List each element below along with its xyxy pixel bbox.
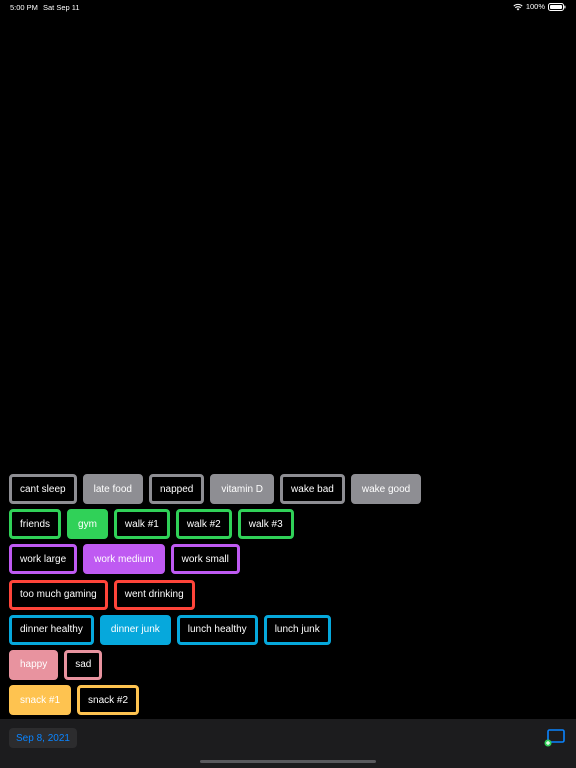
tag-grid: cant sleep late food napped vitamin Dwake b… <box>9 474 422 720</box>
tag-button[interactable]: vitamin D <box>210 474 275 504</box>
tag-button[interactable]: napped <box>148 474 205 504</box>
tag-button[interactable]: snack #2 <box>77 685 140 716</box>
status-indicators: 100% <box>513 2 566 11</box>
tag-button[interactable]: work medium <box>83 544 165 575</box>
screen-cast-add-icon[interactable] <box>544 729 566 747</box>
tag-button[interactable]: friends <box>9 509 62 540</box>
battery-percent: 100% <box>525 2 545 11</box>
tag-button[interactable]: gym <box>67 509 108 540</box>
wifi-icon <box>513 3 523 11</box>
tag-button[interactable]: work large <box>9 544 78 575</box>
date-picker-button[interactable]: Sep 8, 2021 <box>9 728 77 748</box>
tag-button[interactable]: wake bad <box>280 474 345 504</box>
tag-row-bad: too much gaming went drinking <box>9 579 421 610</box>
bottom-toolbar: Sep 8, 2021 <box>0 719 576 768</box>
status-time: 5:00 PM <box>10 3 38 12</box>
tag-button[interactable]: cant sleep <box>9 474 77 504</box>
tag-button[interactable]: went drinking <box>113 579 195 610</box>
tag-row-work: work large work medium work small <box>9 544 421 575</box>
status-date: Sat Sep 11 <box>43 3 80 12</box>
tag-button[interactable]: wake good <box>350 474 422 504</box>
tag-button[interactable]: work small <box>170 544 240 575</box>
tag-button[interactable]: lunch junk <box>263 614 331 645</box>
tag-button[interactable]: dinner junk <box>99 614 171 645</box>
tag-button[interactable]: lunch healthy <box>176 614 258 645</box>
tag-button[interactable]: happy <box>9 649 59 680</box>
tag-button[interactable]: walk #3 <box>237 509 294 540</box>
tag-row-mood: happy sad <box>9 649 421 680</box>
status-bar: 5:00 PM Sat Sep 11 100% <box>0 0 576 14</box>
tag-row-snack: snack #1 snack #2 <box>9 685 421 716</box>
app-screen: 5:00 PM Sat Sep 11 100% cant sleep late f… <box>0 0 576 768</box>
tag-button[interactable]: sad <box>64 649 103 680</box>
home-indicator <box>200 760 376 763</box>
tag-button[interactable]: dinner healthy <box>9 614 94 645</box>
tag-button[interactable]: too much gaming <box>9 579 108 610</box>
battery-icon <box>548 2 566 11</box>
tag-button[interactable]: walk #1 <box>113 509 170 540</box>
tag-button[interactable]: snack #1 <box>9 685 72 716</box>
tag-button[interactable]: walk #2 <box>175 509 232 540</box>
tag-button[interactable]: late food <box>82 474 143 504</box>
tag-row-exercise: friends gym walk #1 walk #2 walk #3 <box>9 509 421 540</box>
tag-row-food: dinner healthy dinner junk lunch healthy lu… <box>9 614 421 645</box>
tag-row-sleep: cant sleep late food napped vitamin Dwake b… <box>9 474 422 504</box>
